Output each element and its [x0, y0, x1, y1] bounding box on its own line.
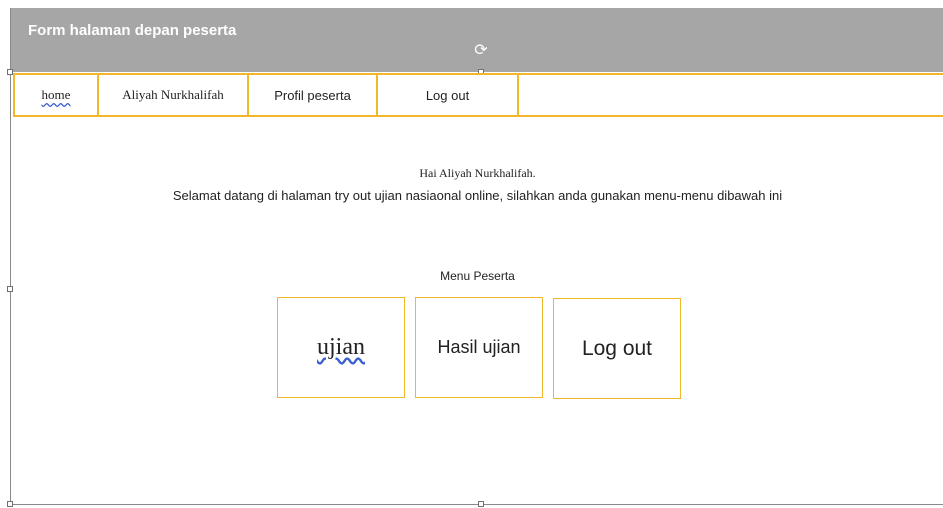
menu-hasil-ujian-button[interactable]: Hasil ujian [415, 297, 543, 398]
nav-item-label: Aliyah Nurkhalifah [122, 87, 224, 102]
nav-item-home[interactable]: home [13, 75, 99, 115]
menu-ujian-button[interactable]: ujian [277, 297, 405, 398]
form-titlebar: Form halaman depan peserta ⟳ [11, 8, 943, 72]
menu-title: Menu Peserta [440, 269, 515, 283]
greeting-text: Hai Aliyah Nurkhalifah. [419, 166, 536, 180]
form-title: Form halaman depan peserta [28, 22, 237, 39]
nav-item-logout[interactable]: Log out [378, 75, 519, 115]
rotate-handle-icon[interactable]: ⟳ [472, 42, 490, 60]
nav-bar: home Aliyah Nurkhalifah Profil peserta L… [13, 73, 943, 117]
nav-item-profil-peserta[interactable]: Profil peserta [249, 75, 378, 115]
nav-item-profile-name[interactable]: Aliyah Nurkhalifah [99, 75, 249, 115]
resize-handle-bottom-center[interactable] [478, 501, 484, 507]
resize-handle-middle-left[interactable] [7, 286, 13, 292]
menu-button-label: ujian [317, 334, 365, 360]
menu-logout-button[interactable]: Log out [553, 298, 681, 399]
nav-item-label: Log out [425, 87, 470, 103]
form-canvas: Form halaman depan peserta ⟳ home Aliyah… [7, 8, 943, 507]
nav-item-label: Profil peserta [274, 87, 351, 103]
menu-button-label: Log out [581, 336, 653, 360]
nav-item-label: home [41, 87, 71, 102]
welcome-text: Selamat datang di halaman try out ujian … [172, 188, 783, 203]
menu-button-label: Hasil ujian [437, 337, 521, 357]
resize-handle-bottom-left[interactable] [7, 501, 13, 507]
